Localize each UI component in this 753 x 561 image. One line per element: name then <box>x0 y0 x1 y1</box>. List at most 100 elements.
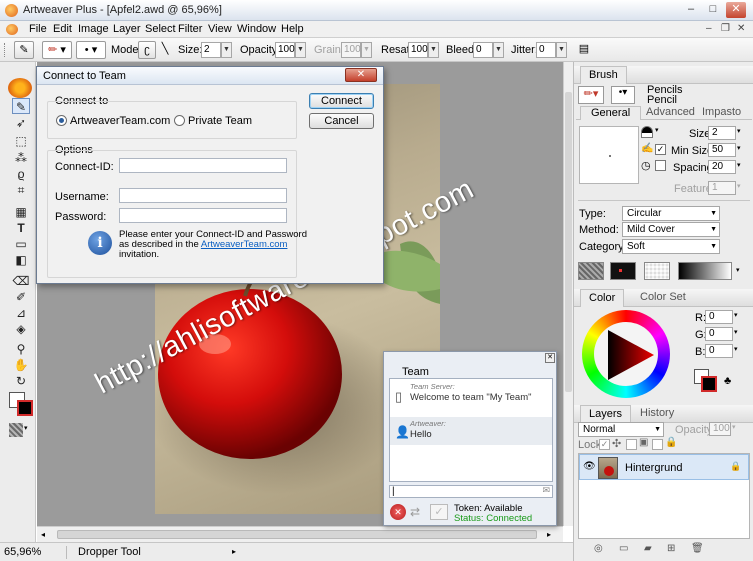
method-select[interactable]: Mild Cover ▼ <box>622 222 720 237</box>
password-input[interactable] <box>119 208 287 223</box>
brush-shape-icon[interactable] <box>641 126 653 138</box>
tab-brush[interactable]: Brush <box>580 66 627 84</box>
menu-select[interactable]: Select <box>145 23 176 35</box>
connect-button[interactable]: Connect <box>309 93 374 109</box>
menu-help[interactable]: Help <box>281 23 304 35</box>
brush-shape-dropdown-icon[interactable]: ▾ <box>655 126 659 134</box>
category-select[interactable]: Soft ▼ <box>622 239 720 254</box>
resat-input[interactable]: 100 <box>408 42 428 58</box>
brush-tool-icon[interactable]: ✎ <box>12 98 30 114</box>
lock-transparency-checkbox[interactable]: ✓ <box>599 439 610 450</box>
color-wheel[interactable] <box>582 310 670 398</box>
line-mode-icon[interactable]: ╲ <box>158 41 172 59</box>
team-close-button[interactable]: ✕ <box>545 353 555 363</box>
artweaver-team-link[interactable]: ArtweaverTeam.com <box>201 239 288 250</box>
status-menu-arrow-icon[interactable]: ▸ <box>232 547 236 556</box>
brush-preset-picker[interactable]: ✏ ▾ <box>42 41 72 59</box>
delete-layer-icon[interactable]: 🗑 <box>691 543 704 554</box>
team-message-input[interactable]: | ✉ <box>389 485 553 498</box>
menu-window[interactable]: Window <box>237 23 276 35</box>
cancel-button[interactable]: Cancel <box>309 113 374 129</box>
brush-variant-name[interactable]: Pencil <box>647 94 677 106</box>
brush-tool-icon[interactable]: ✎ <box>14 41 34 59</box>
green-dropdown-icon[interactable]: ▾ <box>734 328 738 336</box>
blue-input[interactable]: 0 <box>705 344 733 358</box>
lock-all-checkbox[interactable] <box>652 439 663 450</box>
clone-tool-icon[interactable]: ✐ <box>12 289 30 305</box>
radio-private-team-label[interactable]: Private Team <box>188 115 252 127</box>
lock-position-checkbox[interactable] <box>626 439 637 450</box>
brush-shape-picker[interactable]: • ▾ <box>76 41 106 59</box>
vertical-scroll-thumb[interactable] <box>565 92 572 392</box>
size-input[interactable]: 2 <box>201 42 221 58</box>
horizontal-scroll-thumb[interactable] <box>57 530 537 539</box>
blend-mode-select[interactable]: Normal ▼ <box>578 422 664 437</box>
layer-opacity-input[interactable]: 100 <box>709 422 731 436</box>
menu-view[interactable]: View <box>208 23 232 35</box>
mdi-minimize-button[interactable]: – <box>706 23 712 34</box>
layer-visibility-icon[interactable]: 👁 <box>583 461 596 472</box>
layer-opacity-dropdown-icon[interactable]: ▾ <box>732 423 736 431</box>
vertical-scrollbar[interactable] <box>563 62 573 526</box>
type-select[interactable]: Circular ▼ <box>622 206 720 221</box>
feature-input[interactable]: 1 <box>708 181 736 195</box>
connect-id-input[interactable] <box>119 158 287 173</box>
radio-private-team[interactable] <box>174 115 185 126</box>
bleed-dropdown-icon[interactable]: ▼ <box>493 42 504 58</box>
paper-texture-swatch[interactable] <box>578 262 604 280</box>
foreground-color-swatch[interactable] <box>17 400 33 416</box>
brush-variant-icon[interactable]: •▾ <box>611 86 635 104</box>
tab-layers[interactable]: Layers <box>580 405 632 423</box>
tab-general[interactable]: General <box>580 106 642 120</box>
green-input[interactable]: 0 <box>705 327 733 341</box>
primary-color-swatch[interactable] <box>701 376 717 392</box>
menu-image[interactable]: Image <box>78 23 109 35</box>
username-input[interactable] <box>119 188 287 203</box>
size-dropdown-icon[interactable]: ▼ <box>221 42 232 58</box>
new-layer-icon[interactable]: ⊞ <box>667 543 675 554</box>
lasso-icon[interactable]: ϱ <box>12 166 30 182</box>
feature-dropdown-icon[interactable]: ▾ <box>737 182 741 190</box>
eraser-tool-icon[interactable]: ⌫ <box>12 273 30 289</box>
paper-dropdown-icon[interactable]: ▾ <box>24 424 28 432</box>
dialog-close-button[interactable]: ✕ <box>345 68 377 82</box>
pattern-swatch[interactable] <box>610 262 636 280</box>
brush-settings-icon[interactable]: ▤ <box>576 41 592 59</box>
gradient-swatch[interactable] <box>678 262 732 280</box>
menu-layer[interactable]: Layer <box>113 23 141 35</box>
accept-token-icon[interactable]: ✓ <box>430 504 448 520</box>
min-size-checkbox[interactable]: ✓ <box>655 144 666 155</box>
layer-effects-icon[interactable]: ◎ <box>594 543 603 554</box>
close-button[interactable]: ✕ <box>726 2 746 18</box>
brush-size-dropdown-icon[interactable]: ▾ <box>737 127 741 135</box>
crop-tool-icon[interactable]: ⌗ <box>12 182 30 198</box>
layer-name[interactable]: Hintergrund <box>625 462 682 474</box>
menu-file[interactable]: File <box>29 23 47 35</box>
opacity-input[interactable]: 100 <box>275 42 295 58</box>
new-folder-icon[interactable]: ▰ <box>644 543 652 554</box>
scroll-right-icon[interactable]: ▸ <box>547 530 551 539</box>
grid-tool-icon[interactable]: ▦ <box>12 204 30 220</box>
menu-filter[interactable]: Filter <box>178 23 202 35</box>
send-message-icon[interactable]: ✉ <box>542 485 550 496</box>
radio-artweaver-team-label[interactable]: ArtweaverTeam.com <box>70 115 170 127</box>
dropper-tool-icon[interactable]: ⊿ <box>12 305 30 321</box>
min-size-input[interactable]: 50 <box>708 143 736 157</box>
grain-input[interactable]: 100 <box>341 42 361 58</box>
sync-icon[interactable]: ⇄ <box>410 505 420 519</box>
blue-dropdown-icon[interactable]: ▾ <box>734 345 738 353</box>
text-tool-icon[interactable]: T <box>12 220 30 236</box>
paper-texture-icon[interactable] <box>9 423 23 437</box>
tab-color[interactable]: Color <box>580 289 625 307</box>
horizontal-scrollbar[interactable]: ◂ ▸ <box>37 526 563 542</box>
shape-tool-icon[interactable]: ▭ <box>12 236 30 252</box>
bleed-input[interactable]: 0 <box>473 42 493 58</box>
jitter-input[interactable]: 0 <box>536 42 556 58</box>
tab-color-set[interactable]: Color Set <box>632 289 694 307</box>
resat-dropdown-icon[interactable]: ▼ <box>428 42 439 58</box>
scroll-left-icon[interactable]: ◂ <box>41 530 45 539</box>
new-layer-group-icon[interactable]: ▭ <box>619 543 628 554</box>
move-tool-icon[interactable]: ➶ <box>12 115 30 131</box>
spacing-checkbox[interactable] <box>655 160 666 171</box>
opacity-dropdown-icon[interactable]: ▼ <box>295 42 306 58</box>
